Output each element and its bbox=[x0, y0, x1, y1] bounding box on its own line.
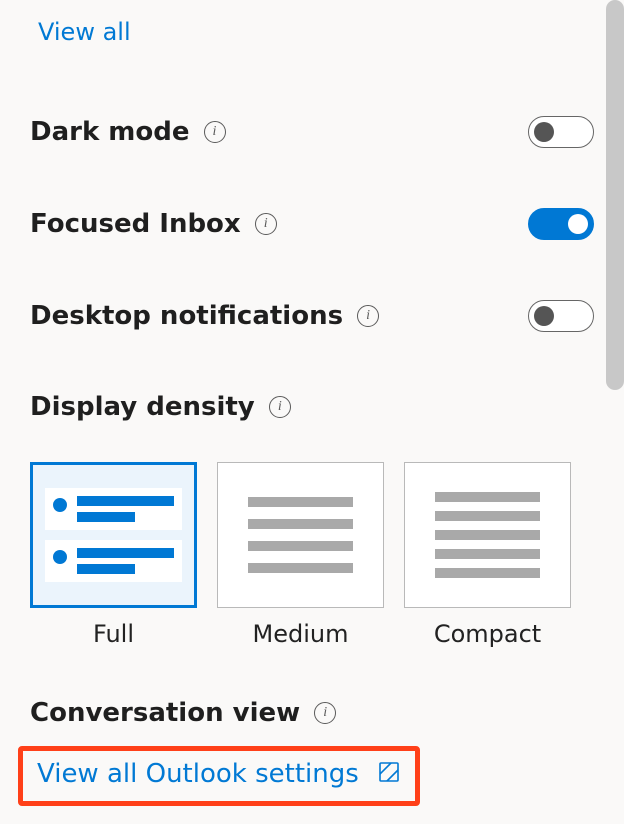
footer-link-text: View all Outlook settings bbox=[37, 759, 359, 789]
focused-inbox-toggle[interactable] bbox=[528, 208, 594, 240]
scrollbar-thumb[interactable] bbox=[606, 0, 624, 390]
density-caption-medium: Medium bbox=[253, 620, 349, 648]
dark-mode-toggle[interactable] bbox=[528, 116, 594, 148]
desktop-notifications-toggle[interactable] bbox=[528, 300, 594, 332]
density-preview-full bbox=[30, 462, 197, 608]
density-option-full[interactable]: Full bbox=[30, 462, 197, 648]
info-icon[interactable] bbox=[204, 121, 226, 143]
density-option-medium[interactable]: Medium bbox=[217, 462, 384, 648]
info-icon[interactable] bbox=[255, 213, 277, 235]
conversation-view-header: Conversation view bbox=[30, 698, 594, 728]
focused-inbox-label-group: Focused Inbox bbox=[30, 209, 277, 239]
dark-mode-label-group: Dark mode bbox=[30, 117, 226, 147]
open-settings-icon bbox=[377, 760, 401, 788]
view-all-outlook-settings-link[interactable]: View all Outlook settings bbox=[18, 746, 420, 806]
desktop-notifications-label-group: Desktop notifications bbox=[30, 301, 379, 331]
dark-mode-label: Dark mode bbox=[30, 117, 190, 147]
info-icon[interactable] bbox=[269, 396, 291, 418]
density-option-compact[interactable]: Compact bbox=[404, 462, 571, 648]
conversation-view-label: Conversation view bbox=[30, 698, 300, 728]
density-caption-full: Full bbox=[93, 620, 134, 648]
focused-inbox-label: Focused Inbox bbox=[30, 209, 241, 239]
density-caption-compact: Compact bbox=[434, 620, 541, 648]
settings-panel: View all Dark mode Focused Inbox Desktop… bbox=[0, 0, 624, 824]
info-icon[interactable] bbox=[314, 702, 336, 724]
desktop-notifications-row: Desktop notifications bbox=[30, 300, 594, 332]
info-icon[interactable] bbox=[357, 305, 379, 327]
focused-inbox-row: Focused Inbox bbox=[30, 208, 594, 240]
density-options: Full Medium bbox=[30, 462, 594, 648]
density-preview-medium bbox=[217, 462, 384, 608]
dark-mode-row: Dark mode bbox=[30, 116, 594, 148]
view-all-link[interactable]: View all bbox=[38, 18, 131, 46]
display-density-header: Display density bbox=[30, 392, 594, 422]
display-density-label: Display density bbox=[30, 392, 255, 422]
density-preview-compact bbox=[404, 462, 571, 608]
desktop-notifications-label: Desktop notifications bbox=[30, 301, 343, 331]
